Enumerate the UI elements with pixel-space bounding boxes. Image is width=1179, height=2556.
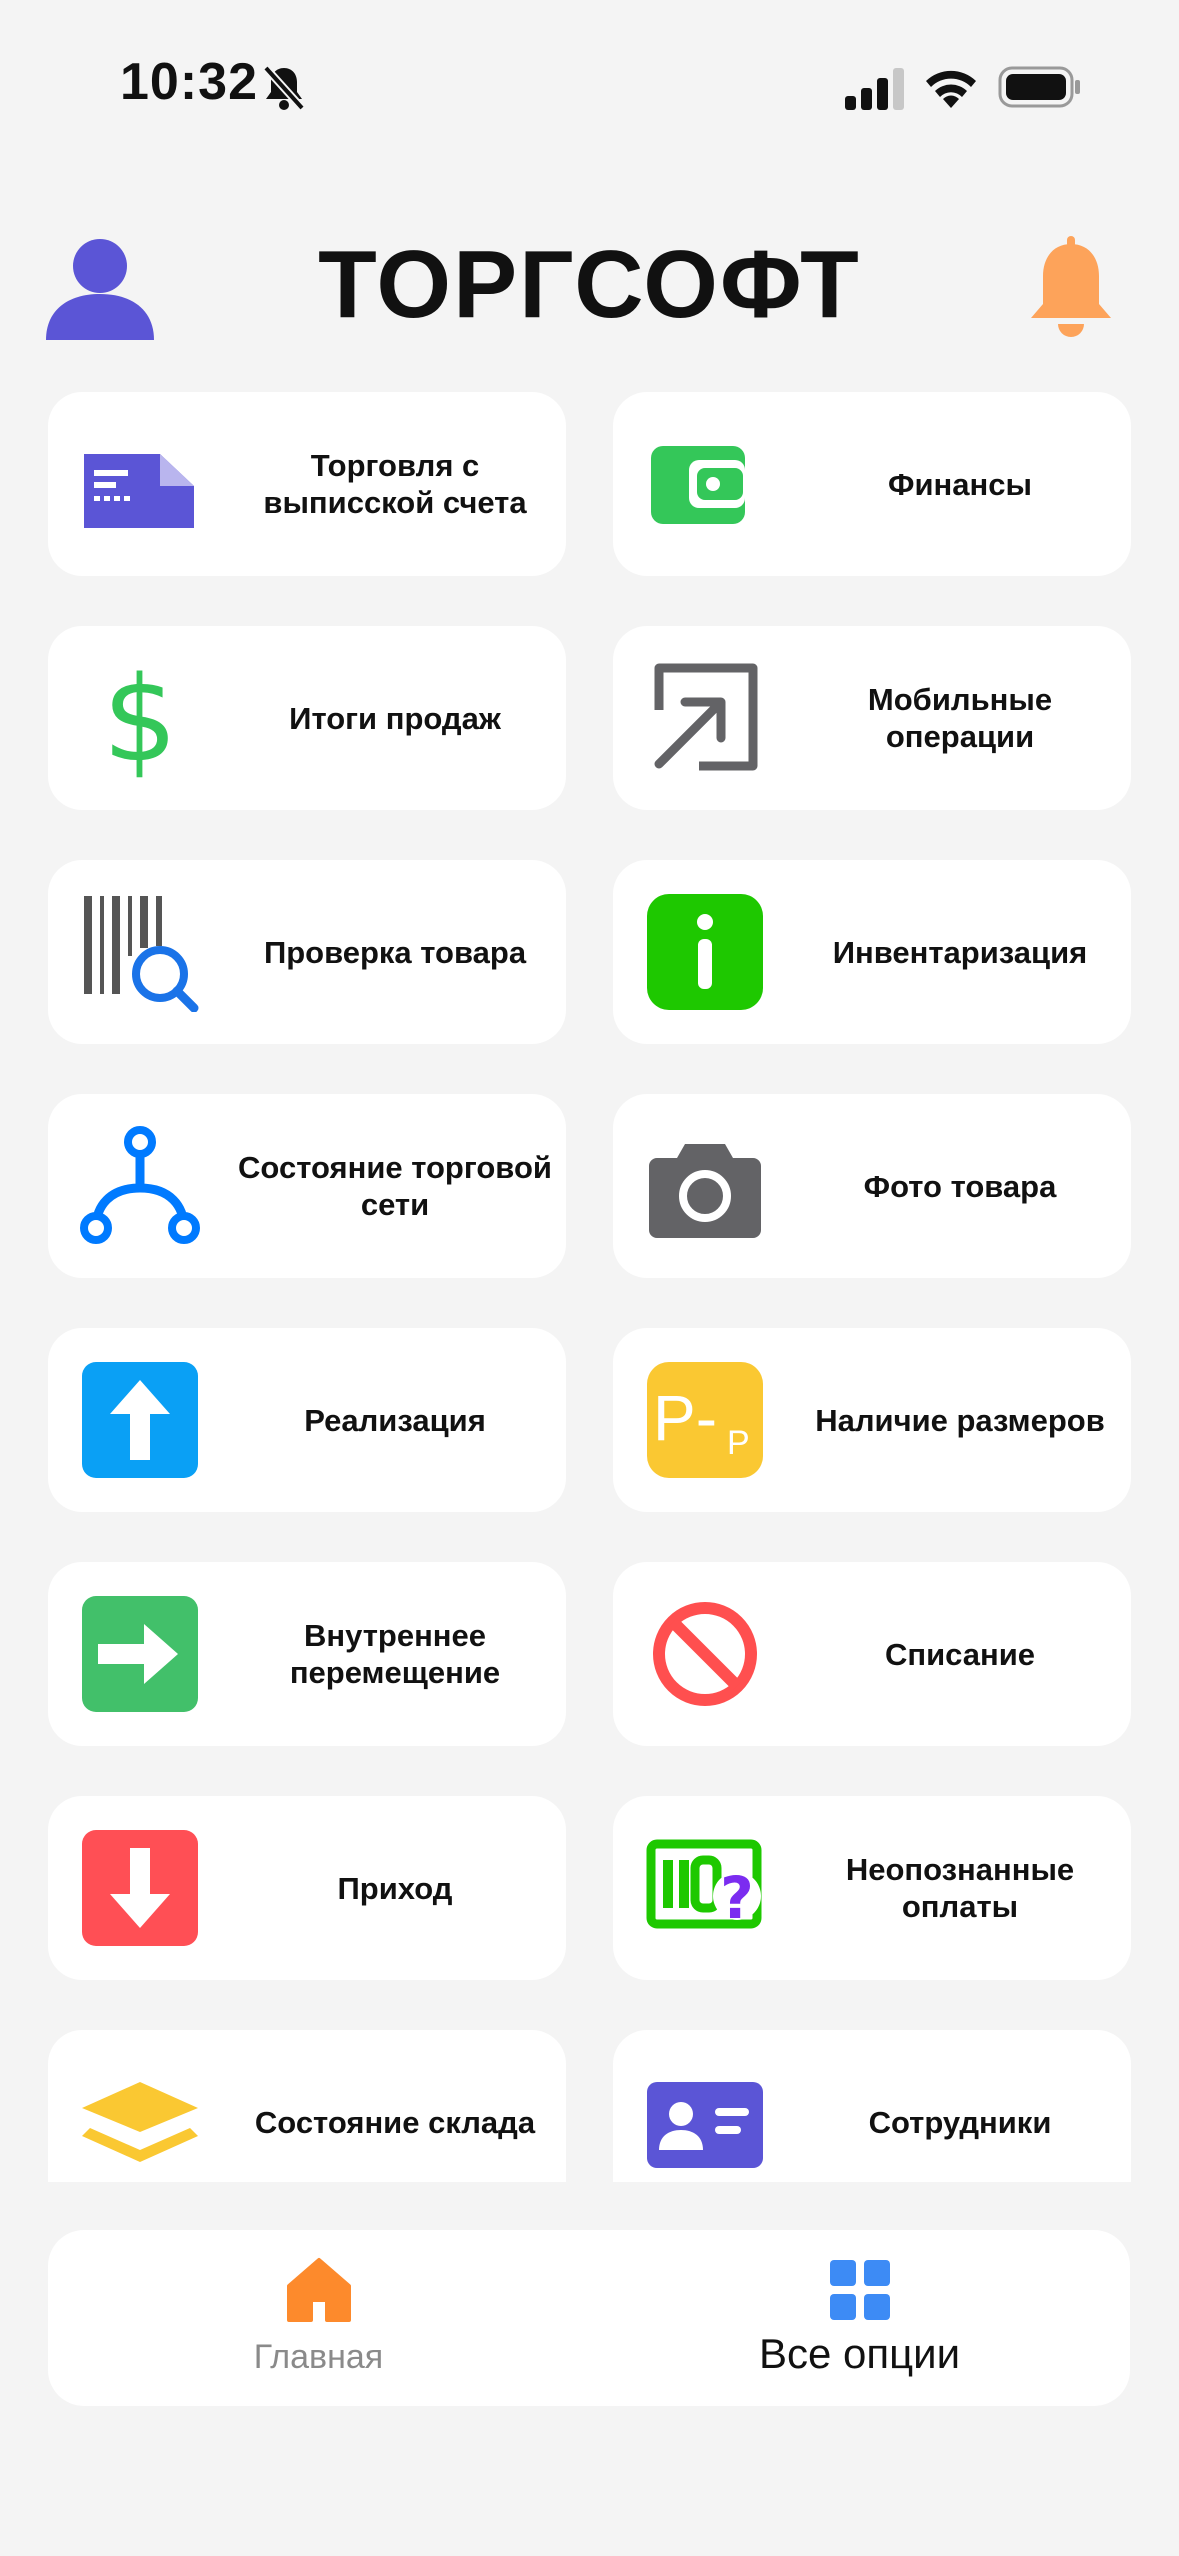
tile-label: Реализация <box>304 1402 486 1438</box>
barcode-search-icon <box>84 896 199 1012</box>
home-icon <box>286 2258 351 2322</box>
grid-icon <box>829 2260 890 2320</box>
features-grid: Торговля с выписской счета Финансы $ Ито… <box>0 0 1179 2182</box>
id-card-icon <box>647 2082 763 2168</box>
prohibited-icon <box>653 1602 757 1706</box>
arrow-up-right-box-icon <box>654 663 758 771</box>
svg-text:?: ? <box>720 1864 754 1932</box>
sizes-icon: P- P <box>647 1362 763 1478</box>
tile-label: Торговля с выписской счета <box>263 448 527 520</box>
tile-label: Фото товара <box>863 1168 1057 1204</box>
tile-label: Списание <box>884 1636 1036 1672</box>
network-icon <box>80 1126 200 1244</box>
tile-label: Наличие размеров <box>815 1402 1105 1438</box>
tile-sales[interactable]: Реализация <box>48 1328 566 1512</box>
tab-all-options[interactable]: Все опции <box>589 2230 1130 2406</box>
tile-write-off[interactable]: Списание <box>613 1562 1131 1746</box>
tile-label: Состояние склада <box>254 2104 536 2140</box>
tile-label: Сотрудники <box>868 2104 1052 2140</box>
tile-inventory[interactable]: Инвентаризация <box>613 860 1131 1044</box>
tile-product-photo[interactable]: Фото товара <box>613 1094 1131 1278</box>
tile-unknown-payments[interactable]: ? Неопознанные оплаты <box>613 1796 1131 1980</box>
svg-text:P-: P- <box>653 1382 717 1454</box>
tile-network-status[interactable]: Состояние торговой сети <box>48 1094 566 1278</box>
tile-internal-transfer[interactable]: Внутреннее перемещение <box>48 1562 566 1746</box>
tile-label: Состояние торговой сети <box>238 1150 552 1222</box>
tile-label: Финансы <box>888 466 1032 502</box>
tab-home-label: Главная <box>253 2338 384 2376</box>
svg-text:$: $ <box>102 658 177 778</box>
wallet-icon <box>651 446 745 524</box>
tile-label: Внутреннее перемещение <box>289 1618 501 1690</box>
tile-label: Итоги продаж <box>289 700 501 736</box>
layers-icon <box>82 2082 198 2162</box>
tile-trade-invoice[interactable]: Торговля с выписской счета <box>48 392 566 576</box>
arrow-right-icon <box>82 1596 198 1712</box>
tile-finance[interactable]: Финансы <box>613 392 1131 576</box>
tile-label: Приход <box>337 1870 453 1906</box>
tile-mobile-operations[interactable]: Мобильные операции <box>613 626 1131 810</box>
invoice-icon <box>84 454 194 528</box>
tile-label: Мобильные операции <box>867 682 1053 754</box>
tab-bar: Главная Все опции <box>48 2230 1130 2406</box>
tile-label: Неопознанные оплаты <box>845 1852 1075 1924</box>
unknown-payment-icon: ? <box>646 1839 762 1932</box>
tab-all-options-label: Все опции <box>758 2330 961 2377</box>
tile-sales-totals[interactable]: $ Итоги продаж <box>48 626 566 810</box>
tile-employees[interactable]: Сотрудники <box>613 2030 1131 2182</box>
info-icon <box>647 894 763 1010</box>
camera-icon <box>649 1144 761 1238</box>
tile-product-check[interactable]: Проверка товара <box>48 860 566 1044</box>
arrow-up-icon <box>82 1362 198 1478</box>
tile-label: Инвентаризация <box>832 934 1088 970</box>
arrow-down-icon <box>82 1830 198 1946</box>
tab-home[interactable]: Главная <box>48 2230 589 2406</box>
tile-warehouse-status[interactable]: Состояние склада <box>48 2030 566 2182</box>
dollar-icon: $ <box>102 658 177 778</box>
tile-sizes-availability[interactable]: P- P Наличие размеров <box>613 1328 1131 1512</box>
tile-label: Проверка товара <box>263 934 527 970</box>
svg-text:P: P <box>727 1424 750 1462</box>
tile-receipt[interactable]: Приход <box>48 1796 566 1980</box>
